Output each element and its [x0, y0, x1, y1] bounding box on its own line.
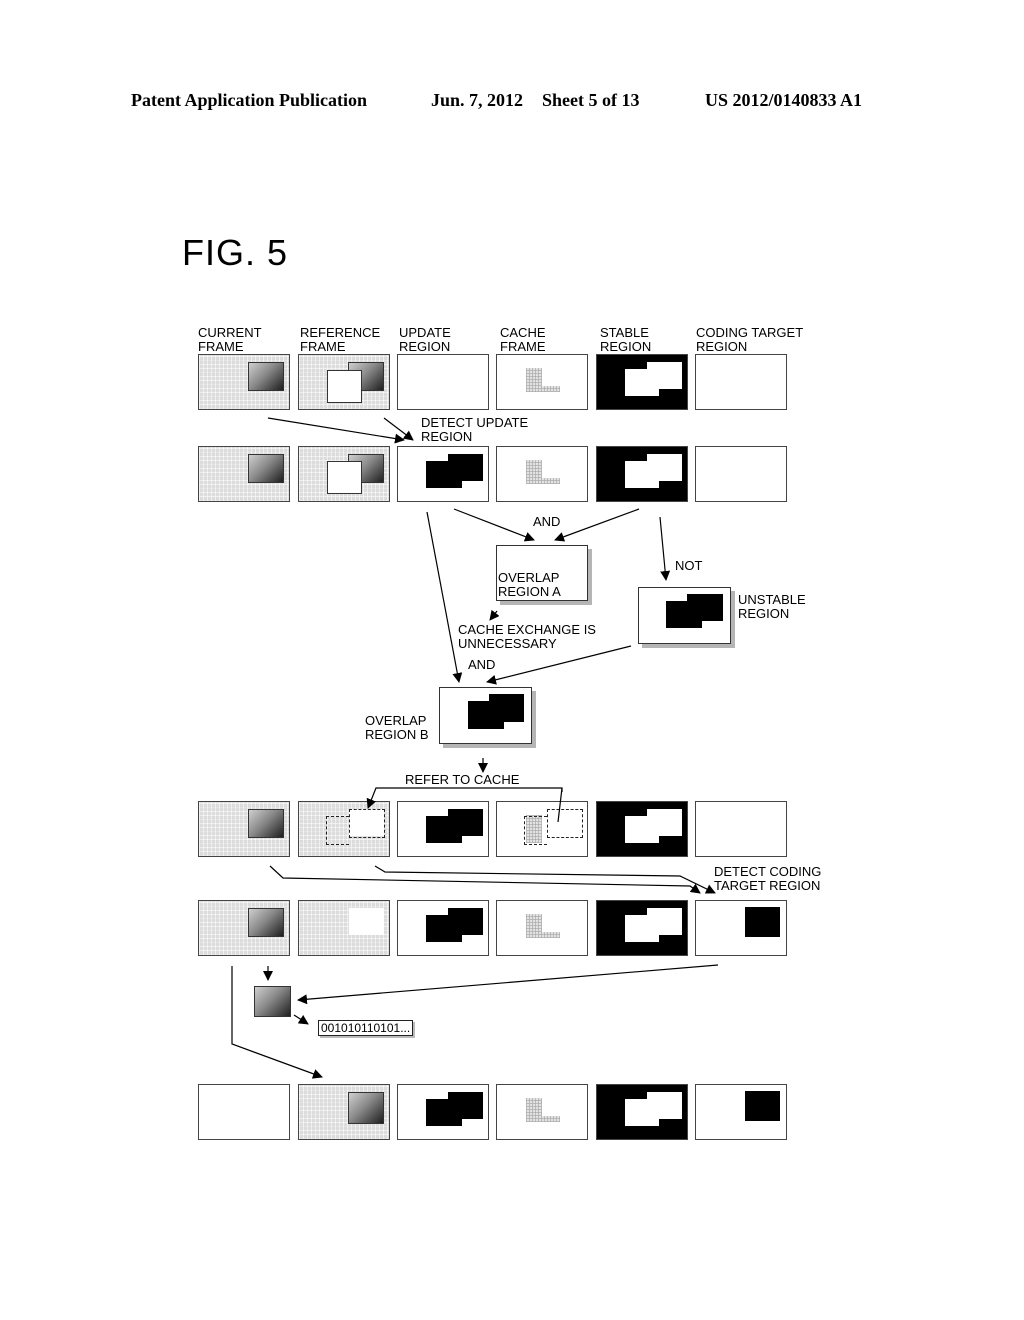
arrow-stable-to-overlap-a — [554, 508, 640, 542]
arrow-coding-target-to-encoded — [297, 964, 719, 1005]
arrow-overlap-a-to-cache-exchange — [489, 609, 500, 621]
arrow-stable-to-unstable — [659, 516, 671, 581]
arrow-update-to-overlap-b — [426, 511, 463, 683]
arrow-current-to-update — [267, 417, 405, 444]
arrow-refer-to-reference — [366, 787, 563, 809]
arrow-current-to-next-reference — [231, 966, 323, 1079]
arrow-layer — [231, 417, 719, 1079]
line-refer-to-cache-frame — [557, 787, 563, 823]
arrow-reference-to-update — [383, 417, 414, 441]
arrow-update-to-overlap-a — [453, 508, 535, 542]
arrow-current-to-coding-target — [269, 865, 701, 894]
arrow-reference-to-coding-target — [374, 865, 716, 894]
arrow-unstable-to-overlap-b — [486, 645, 632, 685]
arrow-encoded-to-bitstream — [293, 1014, 309, 1025]
